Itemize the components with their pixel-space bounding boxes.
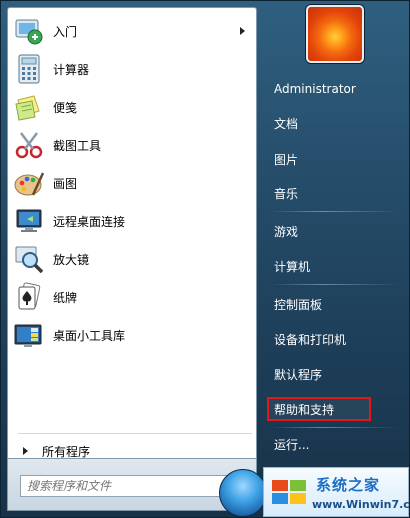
program-label: 放大镜: [53, 252, 90, 267]
menu-item-documents[interactable]: 文档: [267, 109, 403, 137]
divider: [271, 284, 399, 285]
program-label: 桌面小工具库: [53, 328, 126, 343]
menu-item-label: 控制面板: [274, 297, 323, 312]
menu-item-run[interactable]: 运行...: [267, 430, 403, 458]
submenu-arrow-icon: [240, 27, 245, 35]
menu-item-music[interactable]: 音乐: [267, 179, 403, 207]
menu-item-label: 帮助和支持: [274, 402, 335, 417]
menu-item-label: 计算机: [274, 259, 311, 274]
menu-item-games[interactable]: 游戏: [267, 217, 403, 245]
menu-item-label: 运行...: [274, 437, 310, 452]
program-item-snipping-tool[interactable]: 截图工具: [11, 127, 253, 163]
menu-item-control-panel[interactable]: 控制面板: [267, 290, 403, 318]
programs-panel: 入门 计算器 便笺 截图工具 画图 远程桌面连接 放大镜 纸牌 桌面小工具库 所…: [7, 7, 257, 459]
program-item-gadgets[interactable]: 桌面小工具库: [11, 317, 253, 353]
menu-item-label: 游戏: [274, 224, 299, 239]
menu-item-label: Administrator: [274, 82, 356, 96]
menu-item-pictures[interactable]: 图片: [267, 145, 403, 173]
divider: [271, 427, 399, 428]
menu-item-administrator[interactable]: Administrator: [267, 75, 403, 103]
calculator-icon: [18, 54, 40, 84]
divider: [18, 433, 252, 434]
program-item-solitaire[interactable]: 纸牌: [11, 279, 253, 315]
windows-orb-icon[interactable]: [219, 469, 267, 517]
program-label: 画图: [53, 176, 78, 191]
program-label: 截图工具: [53, 138, 102, 153]
divider: [271, 211, 399, 212]
start-menu: 入门 计算器 便笺 截图工具 画图 远程桌面连接 放大镜 纸牌 桌面小工具库 所…: [0, 0, 410, 518]
program-item-paint[interactable]: 画图: [11, 165, 253, 201]
menu-item-devices-printers[interactable]: 设备和打印机: [267, 325, 403, 353]
program-item-getting-started[interactable]: 入门: [11, 13, 253, 49]
program-label: 入门: [53, 24, 78, 39]
user-avatar[interactable]: [306, 5, 364, 63]
menu-item-label: 设备和打印机: [274, 332, 347, 347]
menu-item-help-support[interactable]: 帮助和支持: [267, 395, 403, 423]
menu-item-label: 文档: [274, 116, 299, 131]
snipping-tool-icon: [15, 132, 43, 159]
menu-item-computer[interactable]: 计算机: [267, 252, 403, 280]
program-item-magnifier[interactable]: 放大镜: [11, 241, 253, 277]
search-input[interactable]: [20, 475, 244, 497]
magnifier-icon: [15, 246, 44, 274]
watermark: 系统之家 www.Winwin7.com: [263, 467, 410, 517]
program-label: 计算器: [53, 62, 90, 77]
program-label: 纸牌: [53, 290, 78, 305]
getting-started-icon: [15, 19, 43, 45]
menu-item-label: 音乐: [274, 186, 299, 201]
program-item-calculator[interactable]: 计算器: [11, 51, 253, 87]
windows-logo-icon: [272, 480, 306, 504]
menu-item-label: 默认程序: [274, 367, 323, 382]
paint-icon: [14, 172, 45, 196]
menu-item-label: 图片: [274, 152, 299, 167]
program-label: 远程桌面连接: [53, 214, 126, 229]
program-item-remote-desktop[interactable]: 远程桌面连接: [11, 203, 253, 239]
program-label: 便笺: [53, 100, 78, 115]
solitaire-icon: [18, 282, 41, 310]
sticky-notes-icon: [15, 95, 40, 121]
all-programs-label: 所有程序: [42, 444, 91, 459]
watermark-url: www.Winwin7.com: [312, 498, 410, 511]
gadgets-icon: [14, 324, 42, 347]
remote-desktop-icon: [16, 209, 42, 232]
menu-item-default-programs[interactable]: 默认程序: [267, 360, 403, 388]
program-item-sticky-notes[interactable]: 便笺: [11, 89, 253, 125]
expand-arrow-icon: [23, 447, 28, 455]
watermark-title: 系统之家: [316, 476, 381, 494]
